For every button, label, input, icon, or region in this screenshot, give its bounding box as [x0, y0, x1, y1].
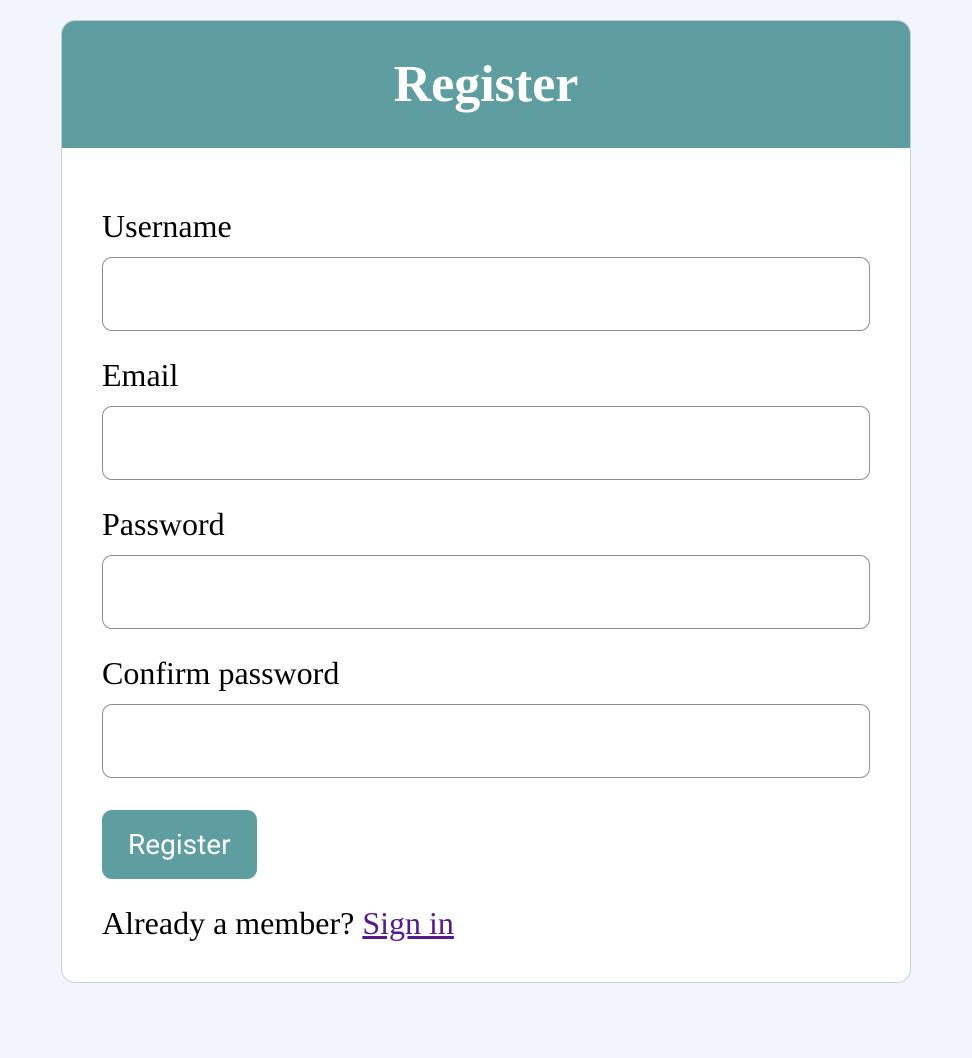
register-card: Register Username Email Password Confirm… [61, 20, 911, 983]
signin-link[interactable]: Sign in [362, 905, 454, 941]
signin-prompt-text: Already a member? [102, 905, 362, 941]
signin-prompt: Already a member? Sign in [102, 905, 870, 942]
card-body: Username Email Password Confirm password… [62, 148, 910, 982]
confirm-password-label: Confirm password [102, 655, 870, 692]
page-title: Register [72, 55, 900, 114]
form-group-password: Password [102, 506, 870, 629]
form-group-confirm-password: Confirm password [102, 655, 870, 778]
username-label: Username [102, 208, 870, 245]
form-group-email: Email [102, 357, 870, 480]
register-form: Username Email Password Confirm password… [102, 208, 870, 942]
password-label: Password [102, 506, 870, 543]
card-header: Register [62, 21, 910, 148]
register-button[interactable]: Register [102, 810, 257, 879]
username-input[interactable] [102, 257, 870, 331]
form-group-username: Username [102, 208, 870, 331]
email-label: Email [102, 357, 870, 394]
confirm-password-input[interactable] [102, 704, 870, 778]
email-input[interactable] [102, 406, 870, 480]
password-input[interactable] [102, 555, 870, 629]
